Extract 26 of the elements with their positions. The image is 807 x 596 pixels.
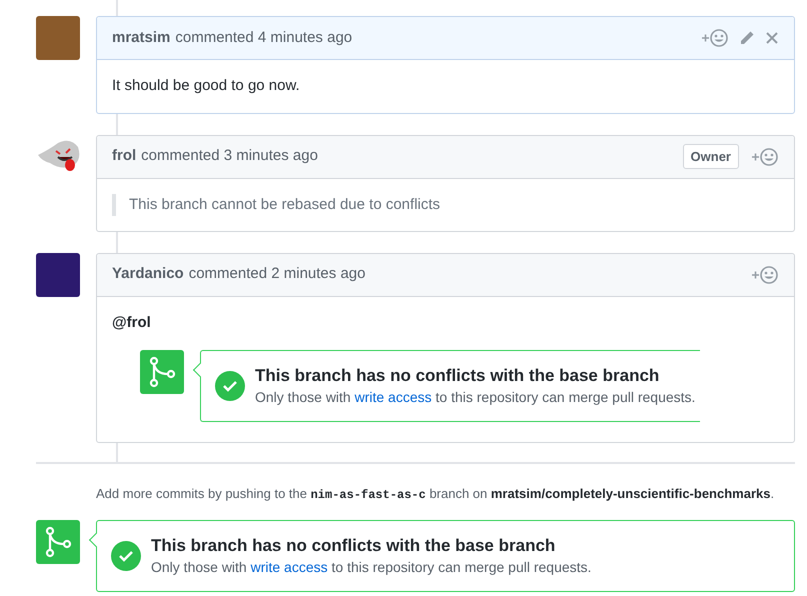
comment-meta: commented 2 minutes ago (188, 264, 366, 284)
add-reaction-icon[interactable] (701, 28, 729, 48)
close-icon[interactable] (765, 31, 779, 45)
merge-status-text: Only those with write access to this repository can merge pull requests. (255, 388, 696, 407)
merge-icon (140, 350, 184, 394)
author-name[interactable]: mratsim (112, 26, 170, 50)
write-access-link[interactable]: write access (250, 559, 328, 575)
merge-status-title: This branch has no conflicts with the base branch (151, 535, 556, 557)
merge-icon (36, 520, 80, 564)
author-name[interactable]: frol (112, 145, 136, 168)
merge-status-text: Only those with write access to this repository can merge pull requests. (151, 558, 592, 577)
add-reaction-icon[interactable] (751, 264, 779, 284)
check-circle-icon (215, 371, 245, 401)
push-instructions: Add more commits by pushing to the nim-as-fast-as-c branch on mratsim/completely-unscientific-benchmarks. (96, 485, 776, 504)
author-name[interactable]: Yardanico (112, 263, 184, 286)
user-mention[interactable]: @frol (112, 296, 151, 350)
quote-text: This branch cannot be rebased due to conflicts (112, 194, 779, 216)
write-access-link[interactable]: write access (354, 389, 432, 405)
pencil-icon[interactable] (739, 30, 755, 46)
check-circle-icon (111, 541, 141, 571)
add-reaction-icon[interactable] (751, 146, 779, 166)
comment-meta: commented 4 minutes ago (175, 28, 352, 48)
comment-meta: commented 3 minutes ago (141, 146, 318, 166)
comment-text: It should be good to go now. (112, 76, 301, 96)
merge-status-title: This branch has no conflicts with the base branch (255, 365, 660, 387)
owner-badge: Owner (682, 144, 739, 170)
